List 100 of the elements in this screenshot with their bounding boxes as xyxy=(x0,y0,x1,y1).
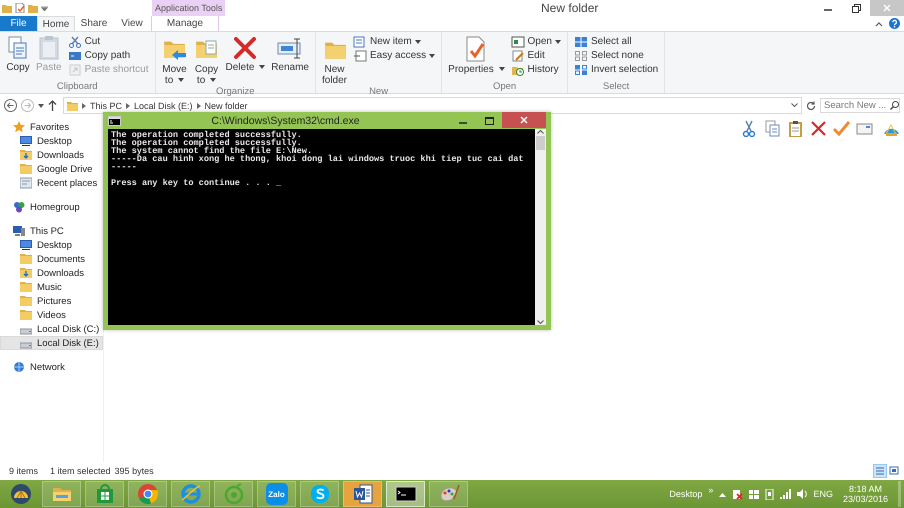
windows-icon[interactable] xyxy=(749,489,760,499)
back-icon xyxy=(4,99,17,112)
forward-button[interactable] xyxy=(21,99,34,112)
word-button[interactable] xyxy=(343,481,382,507)
clipboard-icon xyxy=(36,35,61,61)
scrollbar[interactable] xyxy=(535,129,546,325)
restore-icon xyxy=(852,4,860,12)
ribbon-button[interactable]: Copy xyxy=(4,35,32,73)
refresh-button[interactable] xyxy=(806,100,816,110)
ribbon-tab[interactable]: File xyxy=(0,16,37,31)
ribbon-button[interactable]: Select all xyxy=(572,35,660,48)
search-icon xyxy=(890,101,899,110)
selection-info: 1 item selected xyxy=(50,466,111,476)
console-app-icon xyxy=(108,116,121,126)
ribbon-button[interactable]: Move to xyxy=(160,35,190,86)
cut-button[interactable] xyxy=(741,120,758,137)
open-icon xyxy=(510,36,525,48)
ribbon-tab[interactable]: View xyxy=(113,16,151,31)
file-size: 395 bytes xyxy=(114,466,154,476)
nav-item[interactable]: Downloads xyxy=(0,266,103,280)
show-hidden-icons-icon[interactable] xyxy=(719,492,726,496)
delete-button[interactable] xyxy=(810,120,827,137)
breadcrumb[interactable]: This PC xyxy=(90,100,122,110)
ribbon-button[interactable]: Edit xyxy=(508,49,563,62)
copy-icon xyxy=(764,120,781,137)
breadcrumb[interactable]: Local Disk (E:) xyxy=(134,100,193,110)
check-button[interactable] xyxy=(833,120,850,137)
new-folder-icon[interactable] xyxy=(28,3,38,13)
nav-item[interactable]: Desktop xyxy=(0,238,103,252)
properties-icon[interactable] xyxy=(15,3,25,13)
s-chat-icon xyxy=(308,483,330,505)
nav-item[interactable]: Pictures xyxy=(0,294,103,308)
copy-button[interactable] xyxy=(764,120,781,137)
path-icon xyxy=(68,50,82,62)
console-line: Press any key to continue . . . _ xyxy=(111,179,282,187)
paste-button[interactable] xyxy=(787,120,804,137)
refresh-icon xyxy=(806,100,816,110)
ribbon-button[interactable]: Easy access xyxy=(351,49,438,62)
search-field[interactable]: Search New ... xyxy=(820,98,900,113)
nav-item[interactable]: Local Disk (E:) xyxy=(0,336,103,350)
console-line: The system cannot find the file E:\New. xyxy=(111,147,312,155)
dropdown-icon[interactable] xyxy=(791,103,798,108)
browser-button[interactable] xyxy=(171,481,210,507)
select-all-icon xyxy=(574,36,588,48)
easy-access-icon xyxy=(353,50,368,62)
group-label: Select xyxy=(602,81,630,93)
browser-button[interactable] xyxy=(128,481,167,507)
help-icon[interactable] xyxy=(889,18,900,29)
nav-item[interactable]: Favorites xyxy=(0,120,103,134)
customize-caret-icon[interactable] xyxy=(41,5,48,11)
ribbon-button[interactable]: New folder xyxy=(320,35,350,86)
ribbon-button[interactable]: Cut xyxy=(66,35,150,48)
nav-item[interactable]: Documents xyxy=(0,252,103,266)
ribbon-tab[interactable]: Share xyxy=(75,16,113,31)
close-button[interactable] xyxy=(502,112,546,128)
nav-item[interactable]: This PC xyxy=(0,224,103,238)
ribbon-tab[interactable]: Manage xyxy=(151,16,219,31)
nav-item[interactable]: Videos xyxy=(0,308,103,322)
nav-item[interactable]: Local Disk (C:) xyxy=(0,322,103,336)
speaker-icon[interactable] xyxy=(797,489,808,499)
nav-item[interactable]: Music xyxy=(0,280,103,294)
signal-icon[interactable] xyxy=(780,489,792,499)
nav-item[interactable]: Google Drive xyxy=(0,162,103,176)
store-button[interactable] xyxy=(85,481,124,507)
group-label: Organize xyxy=(214,86,256,97)
action-center-icon[interactable] xyxy=(732,488,744,500)
nav-item[interactable]: Homegroup xyxy=(0,200,103,214)
details-view-button[interactable] xyxy=(874,465,886,477)
scissors-icon xyxy=(741,120,758,137)
ribbon-button[interactable]: Rename xyxy=(269,35,311,73)
console-title: C:\Windows\System32\cmd.exe xyxy=(210,114,361,126)
device-icon[interactable] xyxy=(765,488,774,500)
nav-item[interactable]: Recent places xyxy=(0,176,103,190)
recent-locations-button[interactable] xyxy=(38,104,44,108)
back-button[interactable] xyxy=(4,99,17,112)
ribbon-button[interactable]: Select none xyxy=(572,49,660,62)
up-button[interactable] xyxy=(48,100,57,111)
recent-places-icon xyxy=(20,177,32,189)
ribbon-button[interactable]: History xyxy=(508,63,563,76)
folder-icon[interactable] xyxy=(2,3,12,13)
monitor-icon xyxy=(20,135,32,147)
nav-item[interactable]: Downloads xyxy=(0,148,103,162)
ribbon-button[interactable]: Delete xyxy=(224,35,268,73)
group-label: New xyxy=(368,86,390,97)
ribbon-button[interactable]: Copy to xyxy=(192,35,222,86)
scroll-up-icon xyxy=(537,129,544,134)
command-prompt-button[interactable] xyxy=(386,481,425,507)
scroll-thumb[interactable] xyxy=(536,136,545,150)
ribbon-button[interactable]: Open xyxy=(508,35,563,48)
nav-item[interactable]: Network xyxy=(0,360,103,374)
collapse-ribbon-icon[interactable] xyxy=(875,20,883,26)
breadcrumb[interactable]: New folder xyxy=(204,100,248,110)
nav-item[interactable]: Desktop xyxy=(0,134,103,148)
delete-icon xyxy=(232,35,258,61)
ribbon-button[interactable]: New item xyxy=(351,35,438,48)
ribbon-tab[interactable]: Home xyxy=(37,16,75,31)
ribbon-button[interactable]: Copy path xyxy=(66,49,150,62)
ribbon-button[interactable]: Properties xyxy=(446,35,507,75)
ribbon-button[interactable]: Invert selection xyxy=(572,63,660,76)
large-icons-button[interactable] xyxy=(888,465,900,477)
